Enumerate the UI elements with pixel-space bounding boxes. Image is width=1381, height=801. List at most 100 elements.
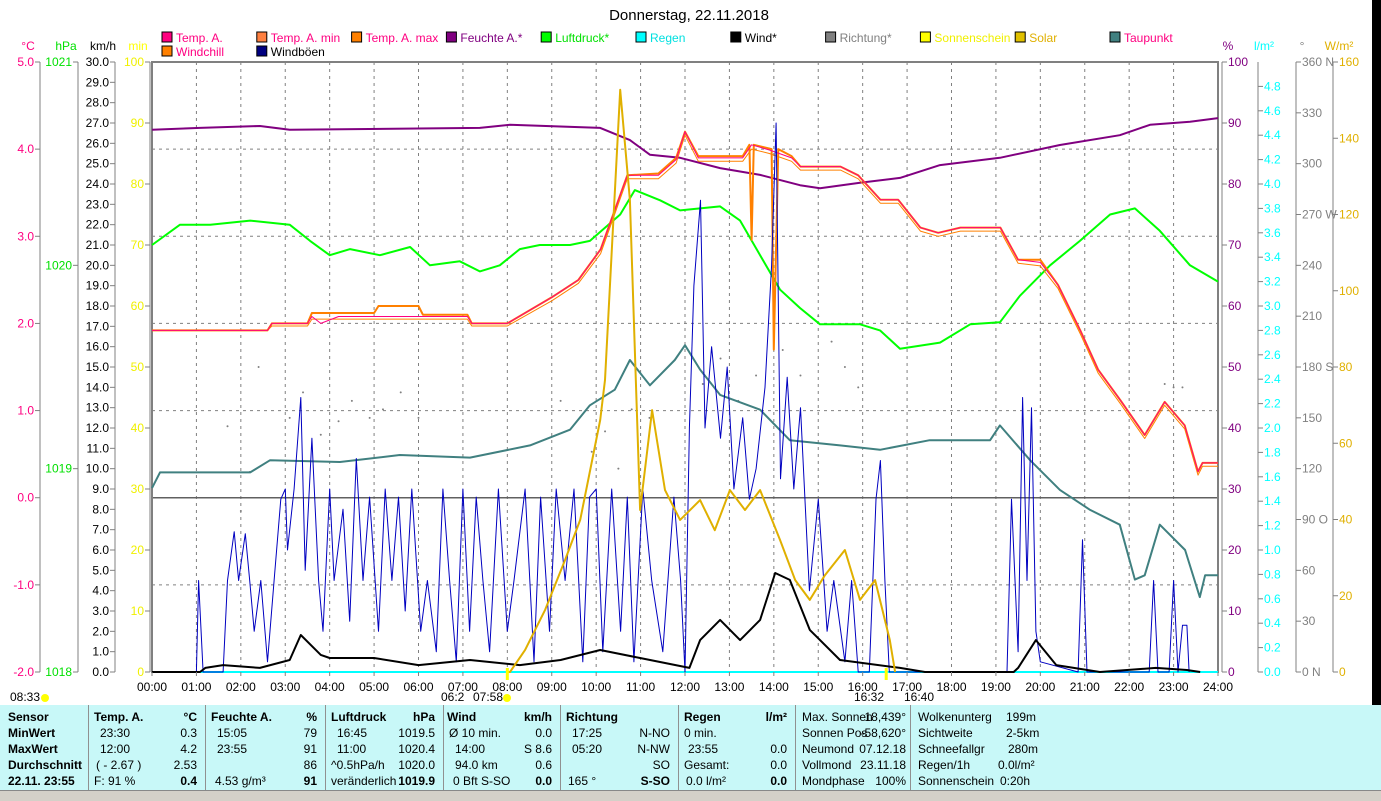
axis-tick-label: 240 [1302,258,1322,272]
axis-tick-label: 0 [137,665,144,679]
axis-tick-label: 0.2 [1264,641,1281,655]
axis-tick-label: 40 [131,421,145,435]
axis-tick-label: 20 [131,543,145,557]
x-tick-label: 22:00 [1114,680,1144,694]
axis-tick-label: 80 [1228,177,1242,191]
legend-label-4: Luftdruck* [555,31,609,45]
wind-header: Wind [447,710,477,724]
sunrise-sun-time: 07:58 [473,690,503,704]
direction-point [630,408,633,411]
temp-header: Temp. A. [94,710,144,724]
axis-tick-label: 3.8 [1264,201,1281,215]
temp-max-value: 4.2 [180,742,197,756]
legend-swatch [161,45,173,57]
axis-tick-label: 1.8 [1264,445,1281,459]
x-tick-label: 20:00 [1025,680,1055,694]
legend-swatch [1109,31,1121,43]
axis-tick-label: 150 [1302,411,1322,425]
axis-tick-label: 50 [131,360,145,374]
axis-tick-label: 18.0 [86,299,110,313]
direction-degrees: 165 ° [568,774,597,788]
direction-point [1181,386,1184,389]
axis-tick-label: 1.0 [92,645,109,659]
axis-tick-label: 11.0 [87,441,110,455]
wind-current-value: 0.0 [535,774,552,788]
x-tick-label: 24:00 [1203,680,1233,694]
x-tick-label: 13:00 [714,680,744,694]
axis-unit-deg: ° [1300,39,1305,53]
direction-point [319,433,322,436]
axis-tick-label: 0.0 [92,665,109,679]
axis-tick-label: 0.6 [1264,592,1281,606]
axis-tick-label: 30 [131,482,145,496]
temp-min-time: 23:30 [100,726,131,740]
axis-tick-label: 30.0 [86,55,110,69]
axis-tick-label: 90 [131,116,145,130]
wind-unit: km/h [523,710,552,724]
min-label: MinWert [8,726,56,740]
visibility-label: Sichtweite [918,726,973,740]
direction-point [257,366,260,368]
direction-point [719,357,722,360]
sunshine-value: 0:20h [1000,774,1031,788]
pressure-header: Luftdruck [331,710,387,724]
axis-tick-label: 20 [1228,543,1242,557]
x-tick-label: 04:00 [315,680,345,694]
weather-chart: Donnerstag, 22.11.2018 Temp. A. Temp. A. … [10,7,1359,704]
direction-point [799,374,802,377]
moon-phase-label: Mondphase [802,774,865,788]
axis-tick-label: -1.0 [13,578,34,592]
axis-tick-label: 4.0 [1264,177,1281,191]
humidity-current-value: 91 [303,774,317,788]
x-tick-label: 11:00 [626,680,655,694]
grid [151,61,1219,673]
axis-tick-label: 100 [1228,55,1248,69]
rain-duration: 0 min. [684,726,717,740]
axis-tick-label: 1.0 [1264,543,1281,557]
direction-point [302,391,305,394]
axis-tick-label: 17.0 [86,319,110,333]
axis-tick-label: 1.4 [1264,494,1281,508]
axis-tick-label: 3.0 [1264,299,1281,313]
axis-tick-label: 1.2 [1264,519,1281,533]
sunrise-time: 06:2 [441,690,465,704]
wind-max-value: S 8.6 [523,742,552,756]
legend-label-12: Windböen [271,45,325,59]
axis-tick-label: 0.0 [1264,665,1281,679]
axis-tick-label: 16.0 [86,340,110,354]
axis-tick-label: 1.6 [1264,470,1281,484]
new-moon-value: 07.12.18 [859,742,906,756]
axis-tick-label: 13.0 [86,401,110,415]
axis-tick-label: 40 [1228,421,1242,435]
window-edge [1372,0,1381,705]
legend-swatch [256,31,268,43]
axis-tick-label: 2.0 [92,624,109,638]
misc-column: Wolkenunterg 199m Sichtweite 2-5km Schneef… [910,705,1039,790]
axis-tick-label: 6.0 [92,543,109,557]
legend-label-0: Temp. A. [176,31,223,45]
axis-tick-label: 0.4 [1264,616,1281,630]
axis-tick-label: 180 S [1302,360,1333,374]
wind-column: Wind km/h Ø 10 min. 0.0 14:00 S 8.6 94.0 km… [443,705,561,790]
temp-current-note: F: 91 % [94,774,136,788]
rain-value: 0.0 [770,742,787,756]
visibility-value: 2-5km [1006,726,1040,740]
rain-amount: 0.0 l/m² [686,774,727,788]
humidity-header: Feuchte A. [211,710,272,724]
direction-point [781,349,784,352]
pressure-unit: hPa [412,710,435,724]
direction-point [817,315,820,318]
axis-unit-pct: % [1223,39,1234,53]
legend: Temp. A. Temp. A. min Temp. A. max Feuchte … [161,31,1173,59]
axis-tick-label: 3.2 [1264,275,1281,289]
legend-swatch [445,31,457,43]
cloud-base-value: 199m [1006,710,1037,724]
axis-tick-label: 360 N [1302,55,1334,69]
chart-title: Donnerstag, 22.11.2018 [609,7,769,24]
axis-tick-label: 140 [1339,131,1359,145]
axis-unit-kmh: km/h [90,39,116,53]
legend-label-2: Temp. A. max [366,31,439,45]
pressure-avg-value: 1020.0 [398,758,435,772]
max-label: MaxWert [8,742,58,756]
axis-tick-label: 10 [131,604,145,618]
